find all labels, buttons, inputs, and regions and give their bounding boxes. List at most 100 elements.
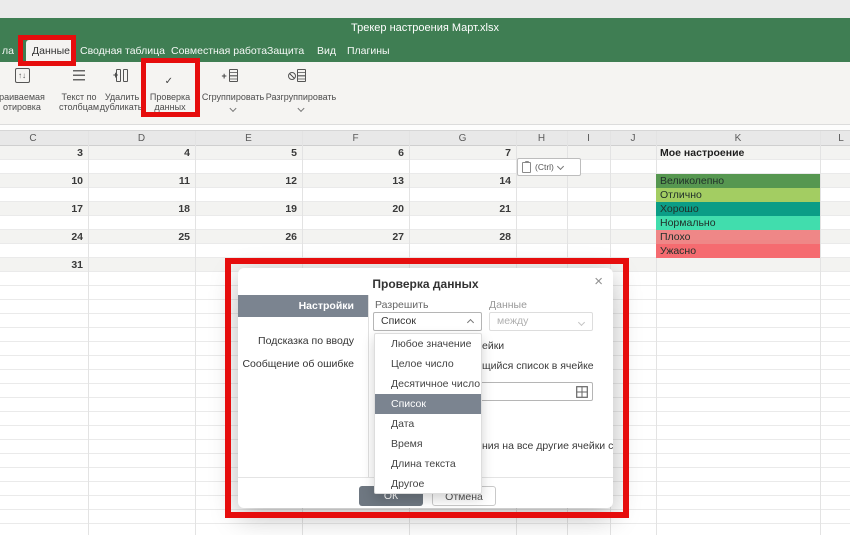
- dropdown-item[interactable]: Длина текста: [375, 454, 481, 474]
- column-header-J[interactable]: J: [613, 131, 653, 146]
- dropdown-item[interactable]: Любое значение: [375, 334, 481, 354]
- menu-tab-Защита[interactable]: Защита: [267, 40, 304, 62]
- ribbon-toolbar: ↑↓раиваемаяотировкаТекст постолбцам+Удал…: [0, 62, 850, 125]
- date-cell-27[interactable]: 27: [344, 230, 404, 244]
- group-icon: +: [224, 68, 242, 86]
- date-cell-3[interactable]: 3: [23, 146, 83, 160]
- chevron-down-icon: [229, 105, 236, 112]
- column-header-G[interactable]: G: [443, 131, 483, 146]
- range-picker-icon[interactable]: [576, 386, 588, 398]
- clipboard-icon: [522, 162, 531, 173]
- mood-column-header[interactable]: Мое настроение: [660, 146, 744, 160]
- data-select-value: между: [497, 315, 528, 327]
- sort-icon: ↑↓: [13, 68, 31, 86]
- date-cell-19[interactable]: 19: [237, 202, 297, 216]
- grid-row: [0, 160, 850, 174]
- chevron-down-icon: [557, 162, 564, 169]
- date-cell-31[interactable]: 31: [23, 258, 83, 272]
- apply-all-label-fragment: ния на все другие ячейки с: [482, 440, 613, 452]
- data-validation-icon: ✓: [161, 68, 179, 86]
- sidebar-divider: [368, 295, 369, 477]
- ungroup-icon: [292, 68, 310, 86]
- column-header-H[interactable]: H: [522, 131, 562, 146]
- dialog-tab-1[interactable]: Настройки: [238, 295, 368, 317]
- date-cell-25[interactable]: 25: [130, 230, 190, 244]
- allow-select[interactable]: Список: [373, 312, 482, 331]
- spreadsheet-app-window: Трекер настроения Март.xlsx лаДанныеСвод…: [0, 0, 850, 535]
- mood-cell-6[interactable]: Ужасно: [656, 244, 820, 258]
- paste-options-label: (Ctrl): [535, 162, 554, 172]
- in-cell-list-label-fragment: щийся список в ячейке: [482, 360, 594, 372]
- dropdown-item[interactable]: Время: [375, 434, 481, 454]
- date-cell-26[interactable]: 26: [237, 230, 297, 244]
- data-select[interactable]: между: [489, 312, 593, 331]
- column-header-I[interactable]: I: [569, 131, 609, 146]
- gridline: [820, 131, 821, 535]
- date-cell-4[interactable]: 4: [130, 146, 190, 160]
- date-cell-28[interactable]: 28: [451, 230, 511, 244]
- column-header-E[interactable]: E: [229, 131, 269, 146]
- chevron-up-icon: [467, 319, 474, 326]
- menu-tab-ла[interactable]: ла: [2, 40, 14, 62]
- close-icon[interactable]: ×: [594, 273, 603, 290]
- mood-cell-5[interactable]: Плохо: [656, 230, 820, 244]
- gridline: [88, 131, 89, 535]
- chevron-down-icon: [578, 319, 585, 326]
- date-cell-13[interactable]: 13: [344, 174, 404, 188]
- date-cell-20[interactable]: 20: [344, 202, 404, 216]
- dialog-title: Проверка данных: [238, 277, 613, 291]
- date-cell-14[interactable]: 14: [451, 174, 511, 188]
- dropdown-item[interactable]: Дата: [375, 414, 481, 434]
- chevron-down-icon: [297, 105, 304, 112]
- dropdown-item[interactable]: Другое: [375, 474, 481, 494]
- column-header-D[interactable]: D: [122, 131, 162, 146]
- remove-duplicates-icon: +: [113, 68, 131, 86]
- paste-options-button[interactable]: (Ctrl): [517, 158, 581, 176]
- menu-tab-Плагины[interactable]: Плагины: [347, 40, 390, 62]
- custom-sort-button[interactable]: ↑↓ раиваемаяотировка: [0, 62, 51, 124]
- dropdown-item[interactable]: Целое число: [375, 354, 481, 374]
- allow-type-dropdown: Любое значениеЦелое числоДесятичное числ…: [374, 333, 482, 494]
- date-cell-21[interactable]: 21: [451, 202, 511, 216]
- mood-cell-2[interactable]: Отлично: [656, 188, 820, 202]
- date-cell-7[interactable]: 7: [451, 146, 511, 160]
- date-cell-18[interactable]: 18: [130, 202, 190, 216]
- text-to-columns-icon: [70, 68, 88, 86]
- ignore-blank-label-fragment: ейки: [482, 340, 504, 352]
- grid-row: [0, 524, 850, 535]
- mood-cell-3[interactable]: Хорошо: [656, 202, 820, 216]
- dropdown-item[interactable]: Десятичное число: [375, 374, 481, 394]
- date-cell-12[interactable]: 12: [237, 174, 297, 188]
- titlebar: Трекер настроения Март.xlsx ла ДанныеСвод…: [0, 18, 850, 62]
- grid-row: [0, 510, 850, 524]
- menu-tab-Данные[interactable]: Данные: [26, 40, 76, 62]
- date-cell-5[interactable]: 5: [237, 146, 297, 160]
- dropdown-item[interactable]: Список: [375, 394, 481, 414]
- ungroup-label: Разгруппировать: [254, 92, 348, 102]
- dialog-tab-2[interactable]: Подсказка по вводу: [238, 330, 368, 352]
- allow-select-value: Список: [381, 315, 416, 327]
- date-cell-10[interactable]: 10: [23, 174, 83, 188]
- mood-cell-1[interactable]: Великолепно: [656, 174, 820, 188]
- data-validation-dialog: Проверка данных × Настройки Подсказка по …: [238, 268, 613, 508]
- column-header-C[interactable]: C: [13, 131, 53, 146]
- mood-cell-4[interactable]: Нормально: [656, 216, 820, 230]
- dialog-tab-3[interactable]: Сообщение об ошибке: [238, 353, 368, 375]
- date-cell-24[interactable]: 24: [23, 230, 83, 244]
- column-header-row: C D E F G HIJ K L: [0, 131, 850, 146]
- document-title: Трекер настроения Март.xlsx: [0, 22, 850, 34]
- date-cell-17[interactable]: 17: [23, 202, 83, 216]
- column-header-K[interactable]: K: [718, 131, 758, 146]
- menu-tab-Сводная таблица[interactable]: Сводная таблица: [80, 40, 165, 62]
- menu-tab-Совместная работа[interactable]: Совместная работа: [171, 40, 267, 62]
- menu-tab-Вид[interactable]: Вид: [317, 40, 336, 62]
- date-cell-6[interactable]: 6: [344, 146, 404, 160]
- gridline: [195, 131, 196, 535]
- custom-sort-label: раиваемаяотировка: [0, 92, 51, 112]
- allow-label: Разрешить: [375, 299, 428, 311]
- column-header-L[interactable]: L: [821, 131, 850, 146]
- ungroup-button[interactable]: Разгруппировать: [254, 62, 348, 124]
- column-header-F[interactable]: F: [336, 131, 376, 146]
- date-cell-11[interactable]: 11: [130, 174, 190, 188]
- data-label: Данные: [489, 299, 527, 311]
